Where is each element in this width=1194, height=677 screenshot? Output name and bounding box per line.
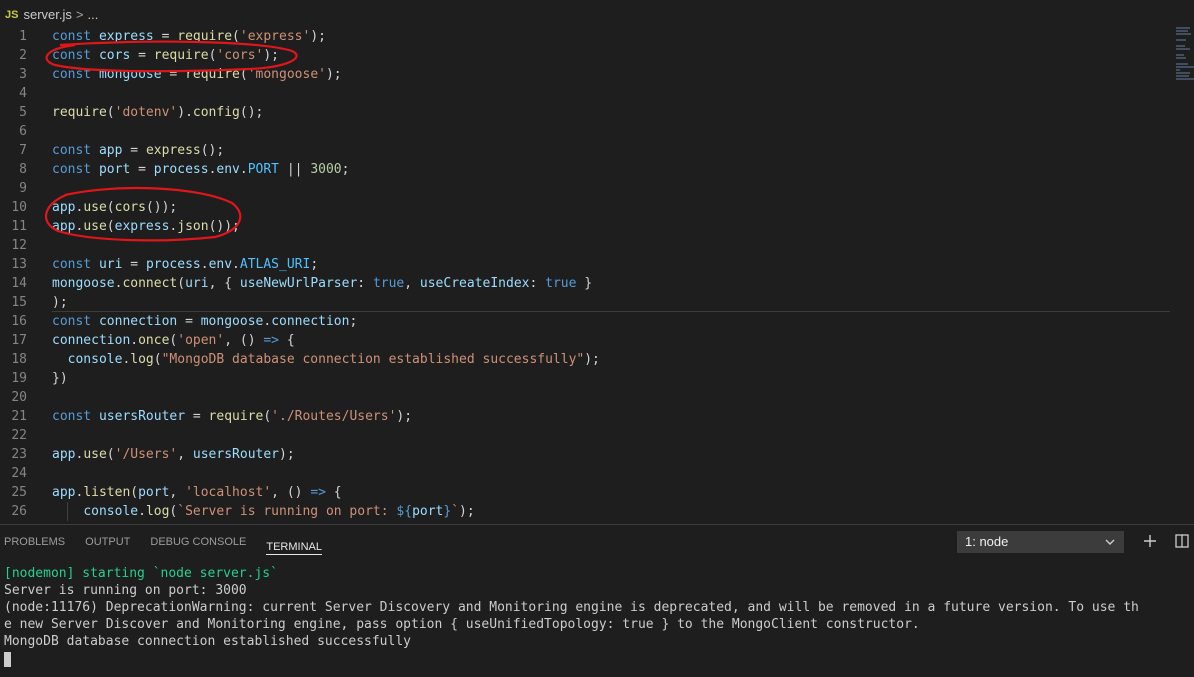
- line-number: 10: [11, 200, 27, 215]
- line-number: 3: [19, 67, 27, 82]
- tab-debug-console[interactable]: DEBUG CONSOLE: [150, 525, 246, 559]
- code-line: const connection = mongoose.connection;: [52, 314, 358, 329]
- terminal-line: [nodemon] starting `node server.js`: [4, 566, 278, 581]
- tab-output[interactable]: OUTPUT: [85, 525, 130, 559]
- line-number: 5: [19, 105, 27, 120]
- code-line: console.log(`Server is running on port: …: [52, 502, 1152, 521]
- breadcrumb: JS server.js > ...: [0, 0, 1194, 29]
- terminal-cursor: [4, 652, 11, 667]
- tab-problems[interactable]: PROBLEMS: [4, 525, 65, 559]
- line-number: 8: [19, 162, 27, 177]
- code-line: const uri = process.env.ATLAS_URI;: [52, 257, 319, 272]
- chevron-down-icon: [1104, 531, 1116, 560]
- line-number: 16: [11, 314, 27, 329]
- code-line: const express = require('express');: [52, 29, 326, 44]
- panel-tab-bar: PROBLEMS OUTPUT DEBUG CONSOLE TERMINAL: [0, 525, 338, 559]
- terminal-select-dropdown[interactable]: 1: node: [957, 531, 1124, 553]
- line-number: 11: [11, 219, 27, 234]
- current-line-highlight: [52, 311, 1170, 312]
- line-number: 19: [11, 371, 27, 386]
- split-terminal-icon[interactable]: [1171, 530, 1193, 552]
- code-line: connection.once('open', () => {: [52, 333, 295, 348]
- code-line: app.use('/Users', usersRouter);: [52, 447, 295, 462]
- line-number: 18: [11, 352, 27, 367]
- line-number: 12: [11, 238, 27, 253]
- terminal-output[interactable]: [nodemon] starting `node server.js` Serv…: [4, 565, 1190, 667]
- tab-terminal[interactable]: TERMINAL: [266, 530, 322, 555]
- breadcrumb-file-name[interactable]: server.js: [23, 7, 71, 22]
- breadcrumb-more[interactable]: ...: [87, 7, 98, 22]
- terminal-line: MongoDB database connection established …: [4, 634, 411, 649]
- code-line: const usersRouter = require('./Routes/Us…: [52, 409, 413, 424]
- code-line: app.listen(port, 'localhost', () => {: [52, 485, 342, 500]
- line-number-gutter: 1 2 3 4 5 6 7 8 9 10 11 12 13 14 15 16 17 18 19 20 21 22 23 24 2…: [0, 27, 40, 521]
- line-number: 26: [11, 504, 27, 519]
- line-number: 24: [11, 466, 27, 481]
- line-number: 25: [11, 485, 27, 500]
- line-number: 4: [19, 86, 27, 101]
- line-number: 9: [19, 181, 27, 196]
- line-number: 21: [11, 409, 27, 424]
- line-number: 17: [11, 333, 27, 348]
- chevron-right-icon: >: [75, 7, 84, 22]
- code-line: mongoose.connect(uri, { useNewUrlParser:…: [52, 276, 593, 291]
- code-editor[interactable]: 1 2 3 4 5 6 7 8 9 10 11 12 13 14 15 16 17 18 19 20 21 22 23 24 2…: [0, 27, 1194, 524]
- terminal-line: Server is running on port: 3000: [4, 583, 247, 598]
- line-number: 23: [11, 447, 27, 462]
- line-number: 13: [11, 257, 27, 272]
- line-number: 15: [11, 295, 27, 310]
- terminal-line: (node:11176) DeprecationWarning: current…: [4, 600, 1139, 615]
- code-line: const mongoose = require('mongoose');: [52, 67, 342, 82]
- code-line: require('dotenv').config();: [52, 105, 264, 120]
- plus-icon[interactable]: [1139, 530, 1161, 552]
- code-line: const app = express();: [52, 143, 225, 158]
- terminal-line: e new Server Discover and Monitoring eng…: [4, 617, 920, 632]
- code-line: console.log("MongoDB database connection…: [67, 352, 600, 367]
- code-line: app.use(cors());: [52, 200, 178, 215]
- line-number: 20: [11, 390, 27, 405]
- line-number: 6: [19, 124, 27, 139]
- bottom-panel: PROBLEMS OUTPUT DEBUG CONSOLE TERMINAL 1…: [0, 524, 1194, 677]
- code-line: );: [52, 295, 68, 310]
- line-number: 1: [19, 29, 27, 44]
- code-area[interactable]: const express = require('express'); const…: [52, 27, 1152, 521]
- line-number: 2: [19, 48, 27, 63]
- javascript-file-icon: JS: [5, 8, 19, 21]
- line-number: 14: [11, 276, 27, 291]
- minimap[interactable]: [1176, 27, 1194, 107]
- code-line: const cors = require('cors');: [52, 48, 280, 63]
- line-number: 22: [11, 428, 27, 443]
- line-number: 7: [19, 143, 27, 158]
- code-line: app.use(express.json());: [52, 219, 240, 234]
- terminal-select-value: 1: node: [965, 534, 1009, 549]
- code-line: const port = process.env.PORT || 3000;: [52, 162, 350, 177]
- code-line: }): [52, 371, 68, 386]
